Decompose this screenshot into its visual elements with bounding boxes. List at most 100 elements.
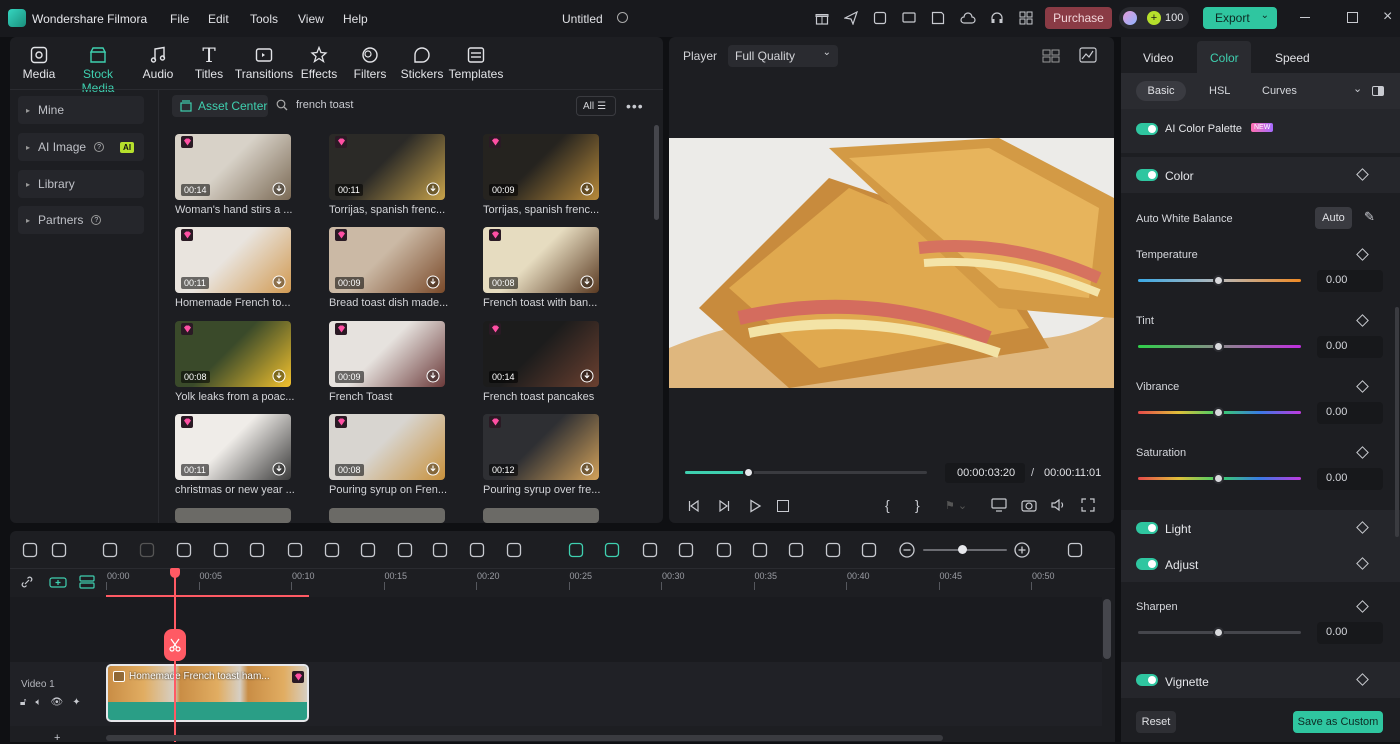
- credits-badge[interactable]: + 100: [1119, 7, 1189, 29]
- tab-media[interactable]: Media: [10, 43, 68, 81]
- playback-progress-track[interactable]: [685, 467, 927, 478]
- select-arrow-icon[interactable]: [50, 541, 68, 559]
- send-icon[interactable]: [843, 10, 859, 26]
- search-input[interactable]: french toast: [296, 99, 353, 111]
- speed-icon[interactable]: [359, 541, 377, 559]
- subtab-basic[interactable]: Basic: [1136, 81, 1186, 101]
- tab-filters[interactable]: Filters: [341, 43, 399, 81]
- asset-thumbnail[interactable]: 00:11: [329, 134, 445, 200]
- shape-mask-icon[interactable]: [323, 541, 341, 559]
- tab-templates[interactable]: Templates: [446, 43, 506, 81]
- asset-thumbnail[interactable]: 00:09: [329, 321, 445, 387]
- tab-video[interactable]: Video: [1143, 51, 1173, 65]
- step-back-icon[interactable]: [687, 499, 701, 513]
- sidebar-item-partners[interactable]: ▸ Partners ?: [18, 206, 144, 234]
- tab-audio[interactable]: Audio: [128, 43, 188, 81]
- sharpen-value[interactable]: 0.00: [1317, 622, 1383, 644]
- gift-icon[interactable]: [814, 10, 830, 26]
- adjust-toggle[interactable]: [1136, 558, 1158, 570]
- track-manager-icon[interactable]: [79, 575, 97, 591]
- asset-thumbnail[interactable]: 00:12: [483, 414, 599, 480]
- crop-icon[interactable]: [248, 541, 266, 559]
- cloud-upload-icon[interactable]: [959, 10, 977, 26]
- download-icon[interactable]: [426, 462, 440, 476]
- keyframe-diamond-icon[interactable]: [1356, 248, 1369, 261]
- slider-value[interactable]: 0.00: [1317, 402, 1383, 424]
- auto-reframe-icon[interactable]: [641, 541, 659, 559]
- download-icon[interactable]: [580, 275, 594, 289]
- color-toggle[interactable]: [1136, 169, 1158, 181]
- asset-thumbnail[interactable]: 00:11: [175, 414, 291, 480]
- asset-thumbnail-partial[interactable]: [483, 508, 599, 523]
- vignette-toggle[interactable]: [1136, 674, 1158, 686]
- help-icon[interactable]: ?: [91, 215, 102, 225]
- asset-center-button[interactable]: Asset Center: [172, 95, 268, 117]
- mute-audio-icon[interactable]: 🔈︎: [35, 697, 41, 708]
- slider-value[interactable]: 0.00: [1317, 336, 1383, 358]
- audio-sync-icon[interactable]: [787, 541, 805, 559]
- snap-icon[interactable]: [603, 541, 621, 559]
- step-forward-icon[interactable]: [717, 499, 731, 513]
- download-icon[interactable]: [272, 462, 286, 476]
- video-preview[interactable]: [669, 138, 1114, 388]
- grid-apps-icon[interactable]: [1018, 10, 1034, 26]
- sharpen-slider-knob[interactable]: [1213, 627, 1224, 638]
- volume-icon[interactable]: [1051, 498, 1067, 512]
- scissors-cut-icon[interactable]: [212, 541, 230, 559]
- filter-dropdown[interactable]: All ☰: [576, 96, 616, 116]
- save-as-custom-button[interactable]: Save as Custom: [1293, 711, 1383, 733]
- add-media-icon[interactable]: [824, 541, 842, 559]
- link-icon[interactable]: [20, 575, 36, 591]
- mark-in-icon[interactable]: {: [885, 497, 890, 513]
- split-scissors-button[interactable]: [164, 629, 186, 661]
- restore-icon[interactable]: [1347, 12, 1358, 23]
- text-icon[interactable]: [286, 541, 304, 559]
- mark-out-icon[interactable]: }: [915, 497, 920, 513]
- keyframe-diamond-icon[interactable]: [1356, 521, 1369, 534]
- playback-scrubber[interactable]: [742, 467, 754, 478]
- asset-thumbnail[interactable]: 00:11: [175, 227, 291, 293]
- sidebar-item-mine[interactable]: ▸ Mine: [18, 96, 144, 124]
- add-track-icon[interactable]: [49, 575, 67, 591]
- slider-knob[interactable]: [1213, 275, 1224, 286]
- tab-transitions[interactable]: Transitions: [234, 43, 294, 81]
- play-icon[interactable]: [748, 499, 762, 513]
- keyframe-diamond-icon[interactable]: [1356, 557, 1369, 570]
- download-icon[interactable]: [426, 369, 440, 383]
- eyedropper-icon[interactable]: ✎: [1364, 209, 1375, 225]
- asset-thumbnail[interactable]: 00:14: [175, 134, 291, 200]
- menu-edit[interactable]: Edit: [208, 12, 229, 26]
- redo-icon[interactable]: [138, 541, 156, 559]
- asset-thumbnail[interactable]: 00:09: [329, 227, 445, 293]
- grid-view-icon[interactable]: [1042, 48, 1060, 64]
- display-icon[interactable]: [991, 498, 1007, 512]
- zoom-in-icon[interactable]: [1013, 541, 1031, 559]
- asset-thumbnail-partial[interactable]: [329, 508, 445, 523]
- delete-trash-icon[interactable]: [175, 541, 193, 559]
- asset-thumbnail-partial[interactable]: [175, 508, 291, 523]
- download-icon[interactable]: [580, 182, 594, 196]
- menu-tools[interactable]: Tools: [250, 12, 278, 26]
- asset-thumbnail[interactable]: 00:08: [483, 227, 599, 293]
- magic-wand-icon[interactable]: ✦: [72, 697, 80, 708]
- asset-thumbnail[interactable]: 00:08: [329, 414, 445, 480]
- tab-speed[interactable]: Speed: [1275, 51, 1310, 65]
- keyframe-diamond-icon[interactable]: [1356, 600, 1369, 613]
- fullscreen-icon[interactable]: [1081, 498, 1095, 512]
- zoom-out-icon[interactable]: [898, 541, 916, 559]
- ai-palette-toggle[interactable]: [1136, 123, 1158, 135]
- marker-shield-icon[interactable]: [715, 541, 733, 559]
- zoom-slider-knob[interactable]: [958, 545, 967, 554]
- sidebar-item-library[interactable]: ▸ Library: [18, 170, 144, 198]
- menu-view[interactable]: View: [298, 12, 324, 26]
- properties-scrollbar[interactable]: [1395, 307, 1399, 537]
- help-icon[interactable]: ?: [94, 142, 105, 152]
- stop-icon[interactable]: [777, 500, 789, 512]
- tab-color[interactable]: Color: [1197, 41, 1251, 73]
- slider-knob[interactable]: [1213, 473, 1224, 484]
- layout-grid-icon[interactable]: [21, 541, 39, 559]
- video-clip[interactable]: Homemade French toast ham...: [106, 664, 309, 722]
- download-icon[interactable]: [272, 182, 286, 196]
- subtab-curves[interactable]: Curves: [1262, 85, 1297, 97]
- subtab-hsl[interactable]: HSL: [1209, 85, 1230, 97]
